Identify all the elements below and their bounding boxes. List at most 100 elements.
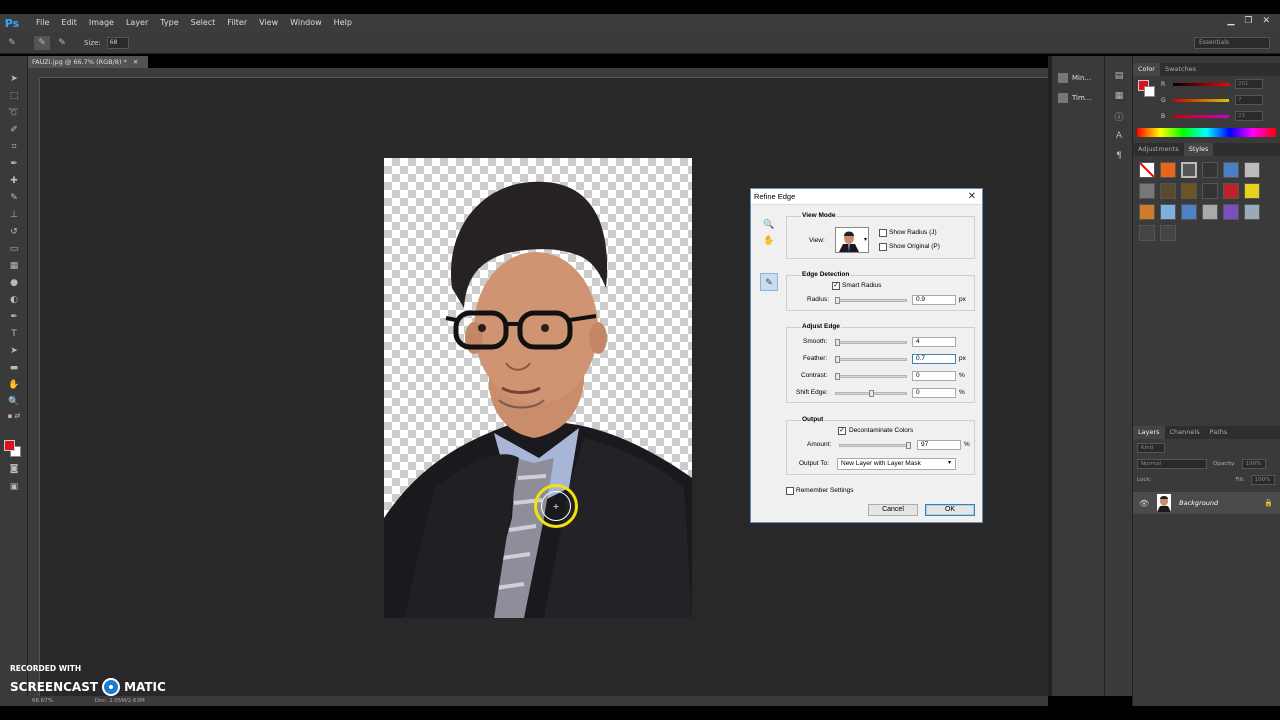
- color-panel-bg-swatch[interactable]: [1144, 86, 1155, 97]
- style-swatch[interactable]: [1244, 204, 1260, 220]
- style-swatch[interactable]: [1139, 225, 1155, 241]
- brush-preset-icon[interactable]: ✎: [4, 36, 20, 50]
- eraser-tool-icon[interactable]: ▭: [0, 240, 28, 257]
- fill-field[interactable]: 100%: [1250, 475, 1275, 485]
- shift-edge-field[interactable]: 0: [912, 388, 956, 398]
- character-panel-icon[interactable]: A: [1105, 126, 1133, 146]
- zoom-level[interactable]: 66.67%: [32, 698, 53, 704]
- radius-slider-thumb[interactable]: [835, 297, 840, 304]
- foreground-color-swatch[interactable]: [4, 440, 15, 451]
- color-spectrum[interactable]: [1137, 128, 1276, 137]
- eyedropper-tool-icon[interactable]: ✒: [0, 155, 28, 172]
- paragraph-panel-icon[interactable]: ¶: [1105, 146, 1133, 166]
- close-icon[interactable]: ✕: [1262, 14, 1270, 28]
- menu-select[interactable]: Select: [185, 14, 222, 32]
- marquee-tool-icon[interactable]: ⬚: [0, 87, 28, 104]
- feather-slider-thumb[interactable]: [835, 356, 840, 363]
- style-swatch[interactable]: [1202, 183, 1218, 199]
- style-swatch[interactable]: [1223, 162, 1239, 178]
- layer-row-background[interactable]: 👁 Background 🔒: [1133, 492, 1280, 514]
- blue-value-field[interactable]: 23: [1235, 111, 1263, 121]
- brush-tool-icon[interactable]: ✎: [0, 189, 28, 206]
- refine-radius-icon[interactable]: ✎: [34, 35, 50, 50]
- style-swatch[interactable]: [1202, 162, 1218, 178]
- size-field[interactable]: 68: [106, 36, 129, 49]
- green-value-field[interactable]: 7: [1235, 95, 1263, 105]
- amount-field[interactable]: 97: [917, 440, 961, 450]
- dodge-tool-icon[interactable]: ◐: [0, 291, 28, 308]
- history-brush-tool-icon[interactable]: ↺: [0, 223, 28, 240]
- type-tool-icon[interactable]: T: [0, 325, 28, 342]
- style-swatch[interactable]: [1181, 204, 1197, 220]
- radius-slider[interactable]: [835, 299, 907, 302]
- smooth-slider-thumb[interactable]: [835, 339, 840, 346]
- style-swatch[interactable]: [1244, 183, 1260, 199]
- red-value-field[interactable]: 201: [1235, 79, 1263, 89]
- menu-edit[interactable]: Edit: [55, 14, 83, 32]
- amount-slider-thumb[interactable]: [906, 442, 911, 449]
- refine-radius-tool-icon[interactable]: ✎: [760, 273, 778, 291]
- style-swatch[interactable]: [1223, 204, 1239, 220]
- smooth-field[interactable]: 4: [912, 337, 956, 347]
- tab-channels[interactable]: Channels: [1165, 426, 1205, 439]
- radius-field[interactable]: 0.9: [912, 295, 956, 305]
- healing-tool-icon[interactable]: ✚: [0, 172, 28, 189]
- menu-layer[interactable]: Layer: [120, 14, 154, 32]
- menu-help[interactable]: Help: [328, 14, 358, 32]
- style-swatch[interactable]: [1181, 183, 1197, 199]
- tab-styles[interactable]: Styles: [1183, 143, 1214, 156]
- contrast-slider[interactable]: [835, 375, 907, 378]
- opacity-field[interactable]: 100%: [1241, 459, 1266, 469]
- red-slider[interactable]: [1173, 82, 1229, 86]
- remember-settings-checkbox[interactable]: [786, 487, 794, 495]
- menu-type[interactable]: Type: [154, 14, 184, 32]
- restore-icon[interactable]: ❐: [1244, 14, 1252, 28]
- tab-adjustments[interactable]: Adjustments: [1133, 143, 1184, 156]
- erase-refinements-icon[interactable]: ✎: [54, 36, 70, 50]
- properties-panel-icon[interactable]: ▦: [1105, 86, 1133, 106]
- quick-selection-tool-icon[interactable]: ✐: [0, 121, 28, 138]
- shift-edge-slider-thumb[interactable]: [869, 390, 874, 397]
- feather-field[interactable]: 0.7: [912, 354, 956, 364]
- menu-filter[interactable]: Filter: [221, 14, 253, 32]
- gradient-tool-icon[interactable]: ▦: [0, 257, 28, 274]
- document-tab[interactable]: FAUZI.jpg @ 66.7% (RGB/8) * ✕: [28, 56, 148, 68]
- menu-image[interactable]: Image: [83, 14, 120, 32]
- tab-close-icon[interactable]: ✕: [133, 58, 138, 66]
- screen-mode-icon[interactable]: ▣: [0, 478, 28, 495]
- menu-view[interactable]: View: [253, 14, 284, 32]
- clone-stamp-tool-icon[interactable]: ⊥: [0, 206, 28, 223]
- layer-filter-kind[interactable]: Kind: [1137, 443, 1165, 453]
- pen-tool-icon[interactable]: ✒: [0, 308, 28, 325]
- tab-color[interactable]: Color: [1133, 63, 1160, 76]
- style-swatch[interactable]: [1160, 162, 1176, 178]
- style-swatch[interactable]: [1244, 162, 1260, 178]
- blue-slider[interactable]: [1173, 114, 1229, 118]
- crop-tool-icon[interactable]: ⌗: [0, 138, 28, 155]
- show-radius-checkbox[interactable]: [879, 229, 887, 237]
- style-swatch[interactable]: [1139, 162, 1155, 178]
- style-swatch[interactable]: [1202, 204, 1218, 220]
- workspace-select[interactable]: Essentials: [1194, 37, 1270, 49]
- document-canvas[interactable]: +: [384, 158, 692, 618]
- visibility-eye-icon[interactable]: 👁: [1139, 499, 1149, 508]
- hand-tool-icon[interactable]: ✋: [762, 233, 776, 247]
- output-to-select[interactable]: New Layer with Layer Mask: [837, 458, 956, 470]
- green-slider[interactable]: [1173, 98, 1229, 102]
- view-thumbnail-select[interactable]: ▾: [835, 227, 869, 253]
- show-original-checkbox[interactable]: [879, 243, 887, 251]
- path-selection-tool-icon[interactable]: ➤: [0, 342, 28, 359]
- blur-tool-icon[interactable]: ●: [0, 274, 28, 291]
- style-swatch[interactable]: [1160, 225, 1176, 241]
- amount-slider[interactable]: [839, 444, 911, 447]
- ok-button[interactable]: OK: [925, 504, 975, 516]
- style-swatch[interactable]: [1160, 183, 1176, 199]
- move-tool-icon[interactable]: ➤: [0, 70, 28, 87]
- quick-mask-icon[interactable]: ◙: [0, 460, 28, 477]
- style-swatch[interactable]: [1181, 162, 1197, 178]
- lasso-tool-icon[interactable]: ➰: [0, 104, 28, 121]
- contrast-slider-thumb[interactable]: [835, 373, 840, 380]
- tab-paths[interactable]: Paths: [1205, 426, 1233, 439]
- style-swatch[interactable]: [1223, 183, 1239, 199]
- menu-window[interactable]: Window: [284, 14, 328, 32]
